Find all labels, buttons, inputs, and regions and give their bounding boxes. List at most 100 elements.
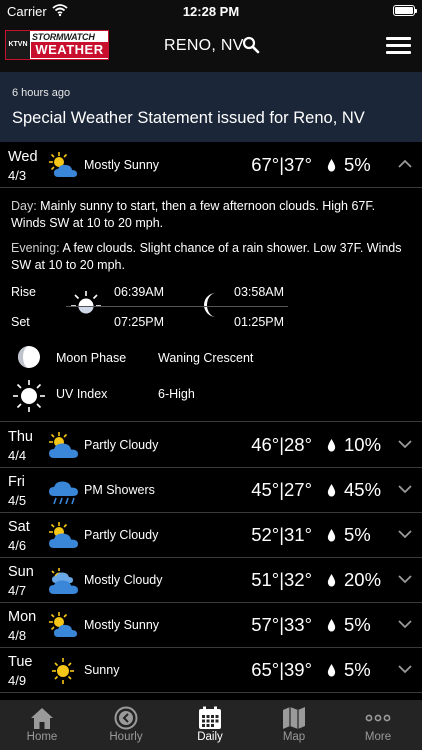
tab-daily[interactable]: Daily: [168, 700, 252, 750]
evening-forecast-text: A few clouds. Slight chance of a rain sh…: [11, 241, 402, 272]
day-forecast: Day: Mainly sunny to start, then a few a…: [11, 198, 411, 232]
moon-phase-label: Moon Phase: [56, 351, 127, 365]
chevron-down-icon[interactable]: [398, 484, 412, 494]
rise-set-divider: [66, 306, 288, 307]
more-dots-icon: [365, 714, 391, 722]
sunny-icon: [52, 658, 74, 684]
high-low-temps: 67°|37°: [251, 154, 312, 175]
day-row-fri[interactable]: Fri 4/5 PM Showers 45°|27° 45%: [0, 468, 422, 513]
precip-chance: 5%: [344, 614, 371, 635]
bottom-tab-bar: Home Hourly Daily Map More: [0, 700, 422, 750]
precip-chance: 5%: [344, 524, 371, 545]
location-title[interactable]: RENO, NV: [164, 37, 244, 55]
rain-drop-icon: [327, 439, 336, 452]
condition-text: Mostly Sunny: [84, 158, 160, 172]
day-row-sun[interactable]: Sun 4/7 Mostly Cloudy 51°|32° 20%: [0, 558, 422, 603]
day-forecast-label: Day:: [11, 199, 37, 213]
sunrise-time: 06:39AM: [114, 285, 165, 299]
condition-text: Partly Cloudy: [84, 438, 159, 452]
chevron-down-icon[interactable]: [398, 574, 412, 584]
day-row-mon[interactable]: Mon 4/8 Mostly Sunny 57°|33° 5%: [0, 603, 422, 648]
partly-cloudy-icon: [49, 432, 78, 458]
day-row-tue[interactable]: Tue 4/9 Sunny 65°|39° 5%: [0, 648, 422, 693]
mostly-sunny-icon: [49, 152, 77, 177]
tab-label: Hourly: [109, 731, 143, 743]
hamburger-menu-icon[interactable]: [386, 37, 411, 55]
chevron-down-icon[interactable]: [398, 664, 412, 674]
partly-cloudy-icon: [49, 522, 78, 548]
day-date: 4/5: [8, 493, 27, 508]
uv-index-label: UV Index: [56, 387, 108, 401]
stormwatch-weather-logo[interactable]: KTVN STORMWATCH WEATHER: [5, 30, 109, 60]
day-name: Tue: [8, 654, 33, 670]
moonrise-moonset-icon: [204, 293, 216, 317]
logo-weather-text: WEATHER: [31, 42, 108, 58]
precip-chance: 45%: [344, 479, 382, 500]
moonrise-time: 03:58AM: [234, 285, 285, 299]
chevron-down-icon[interactable]: [398, 529, 412, 539]
condition-text: Mostly Sunny: [84, 618, 160, 632]
high-low-temps: 52°|31°: [251, 524, 312, 545]
moon-phase-icon: [18, 346, 40, 368]
condition-text: Sunny: [84, 663, 120, 677]
mostly-cloudy-icon: [49, 568, 78, 594]
day-name: Sun: [8, 564, 34, 580]
logo-stormwatch-text: STORMWATCH: [32, 32, 95, 42]
precip-chance: 5%: [344, 659, 371, 680]
day-date: 4/3: [8, 168, 27, 183]
condition-text: Mostly Cloudy: [84, 573, 163, 587]
day-date: 4/4: [8, 448, 27, 463]
set-label: Set: [11, 315, 30, 329]
home-icon: [31, 708, 53, 729]
uv-index-value: 6-High: [158, 387, 195, 401]
calendar-icon: [199, 706, 221, 729]
clock-time: 12:28 PM: [182, 4, 240, 19]
day-row-wed[interactable]: Wed 4/3 Mostly Sunny 67°|37° 5%: [0, 143, 422, 188]
tab-label: Home: [26, 731, 58, 743]
day-name: Sat: [8, 519, 30, 535]
alert-time-ago: 6 hours ago: [12, 87, 71, 99]
weather-alert-banner[interactable]: 6 hours ago Special Weather Statement is…: [0, 72, 422, 142]
mostly-sunny-icon: [49, 612, 77, 637]
tab-hourly[interactable]: Hourly: [84, 700, 168, 750]
tab-more[interactable]: More: [336, 700, 420, 750]
chevron-down-icon[interactable]: [398, 439, 412, 449]
moon-phase-value: Waning Crescent: [158, 351, 254, 365]
evening-forecast-label: Evening:: [11, 241, 60, 255]
rain-drop-icon: [327, 574, 336, 587]
day-row-sat[interactable]: Sat 4/6 Partly Cloudy 52°|31° 5%: [0, 513, 422, 558]
search-icon[interactable]: [242, 36, 260, 54]
day-date: 4/6: [8, 538, 27, 553]
chevron-down-icon[interactable]: [398, 619, 412, 629]
day-detail-panel: Day: Mainly sunny to start, then a few a…: [0, 188, 422, 422]
chevron-up-icon[interactable]: [398, 159, 412, 169]
sunset-time: 07:25PM: [114, 315, 165, 329]
tab-map[interactable]: Map: [252, 700, 336, 750]
map-icon: [283, 707, 305, 729]
precip-chance: 10%: [344, 434, 382, 455]
day-date: 4/7: [8, 583, 27, 598]
rain-drop-icon: [327, 484, 336, 497]
condition-text: Partly Cloudy: [84, 528, 159, 542]
day-name: Mon: [8, 609, 37, 625]
status-bar: Carrier 12:28 PM: [0, 0, 422, 22]
rise-label: Rise: [11, 285, 37, 299]
day-forecast-text: Mainly sunny to start, then a few aftern…: [11, 199, 376, 230]
day-row-thu[interactable]: Thu 4/4 Partly Cloudy 46°|28° 10%: [0, 423, 422, 468]
clock-icon: [114, 706, 138, 730]
uv-index-icon: [13, 380, 45, 412]
moonset-time: 01:25PM: [234, 315, 285, 329]
high-low-temps: 46°|28°: [251, 434, 312, 455]
day-date: 4/8: [8, 628, 27, 643]
day-date: 4/9: [8, 673, 27, 688]
rain-drop-icon: [327, 619, 336, 632]
alert-text: Special Weather Statement issued for Ren…: [12, 109, 365, 127]
tab-label: More: [364, 731, 392, 743]
tab-label: Daily: [197, 731, 223, 743]
rain-drop-icon: [327, 529, 336, 542]
rain-drop-icon: [327, 664, 336, 677]
tab-home[interactable]: Home: [0, 700, 84, 750]
day-name: Fri: [8, 474, 25, 490]
station-logo: KTVN: [6, 31, 30, 59]
evening-forecast: Evening: A few clouds. Slight chance of …: [11, 240, 411, 274]
